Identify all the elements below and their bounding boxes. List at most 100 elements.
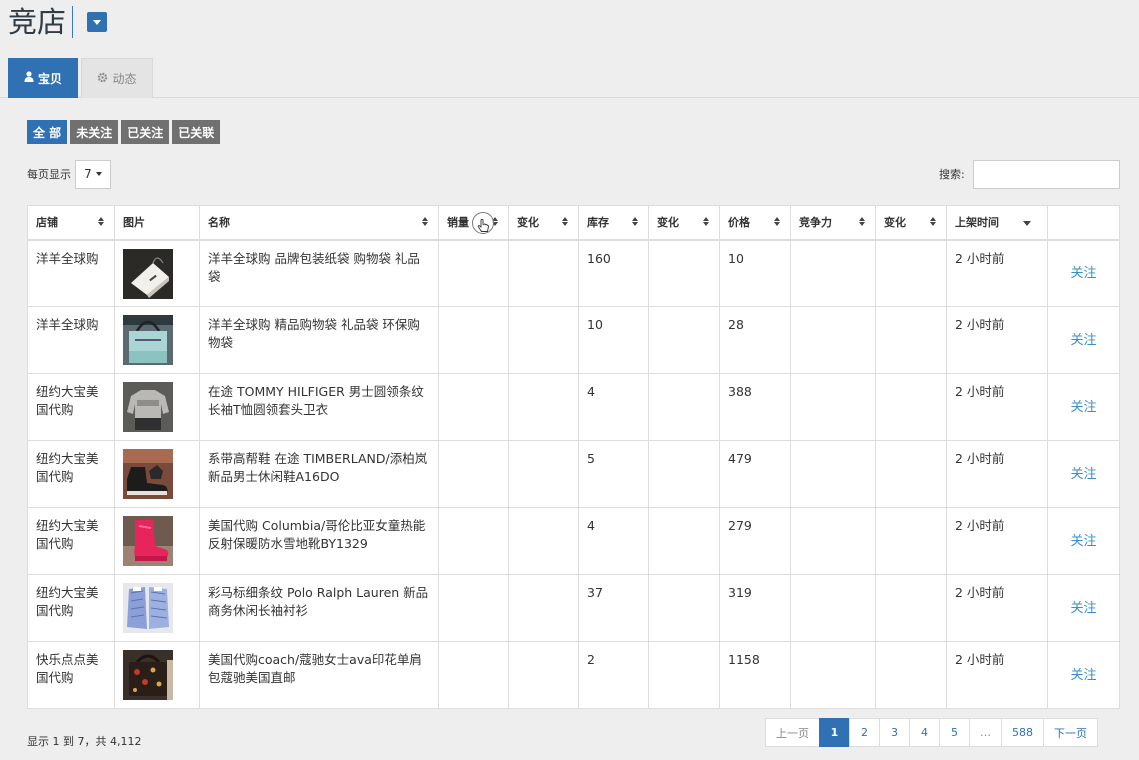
- product-thumbnail[interactable]: [123, 583, 173, 633]
- follow-link[interactable]: 关注: [1070, 601, 1096, 616]
- competitiveness-cell: [790, 440, 876, 508]
- column-header-comp-change[interactable]: 变化: [875, 205, 947, 241]
- comp-change-cell: [875, 440, 947, 508]
- column-header-competitiveness[interactable]: 竞争力: [790, 205, 876, 241]
- follow-link[interactable]: 关注: [1070, 534, 1096, 549]
- action-cell: 关注: [1047, 239, 1120, 307]
- product-thumbnail[interactable]: [123, 449, 173, 499]
- stock-change-cell: [648, 373, 720, 441]
- column-header-shop[interactable]: 店铺: [27, 205, 115, 241]
- page-button-1[interactable]: 1: [819, 718, 850, 747]
- column-header-sales-change[interactable]: 变化: [508, 205, 579, 241]
- stock-cell: 4: [578, 373, 649, 441]
- image-cell: [114, 239, 200, 307]
- product-thumbnail[interactable]: [123, 650, 173, 700]
- page-button-3[interactable]: 3: [879, 718, 910, 747]
- filter-followed-button[interactable]: 已关注: [121, 120, 170, 144]
- page-button-5[interactable]: 5: [939, 718, 970, 747]
- shop-cell: 快乐点点美国代购: [27, 641, 115, 709]
- action-cell: 关注: [1047, 440, 1120, 508]
- stock-cell: 10: [578, 306, 649, 374]
- gear-icon: [97, 72, 108, 86]
- listed-time-cell: 2 小时前: [946, 306, 1048, 374]
- stock-cell: 37: [578, 574, 649, 642]
- column-header-stock[interactable]: 库存: [578, 205, 649, 241]
- page-size-control: 每页显示 7: [27, 159, 111, 189]
- follow-link[interactable]: 关注: [1070, 668, 1096, 683]
- search-input[interactable]: [972, 159, 1120, 189]
- follow-link[interactable]: 关注: [1070, 266, 1096, 281]
- competitiveness-cell: [790, 306, 876, 374]
- sales-cell: [438, 440, 509, 508]
- filter-unfollowed-button[interactable]: 未关注: [70, 120, 119, 144]
- comp-change-cell: [875, 239, 947, 307]
- listed-time-cell: 2 小时前: [946, 373, 1048, 441]
- column-header-action: [1047, 205, 1120, 241]
- column-header-listed-time[interactable]: 上架时间: [946, 205, 1048, 241]
- stock-change-cell: [648, 641, 720, 709]
- competitiveness-cell: [790, 641, 876, 709]
- page-button-last[interactable]: 588: [1001, 718, 1044, 747]
- follow-link[interactable]: 关注: [1070, 333, 1096, 348]
- stock-cell: 2: [578, 641, 649, 709]
- column-header-stock-change[interactable]: 变化: [648, 205, 720, 241]
- comp-change-cell: [875, 574, 947, 642]
- caret-down-icon: [93, 19, 102, 25]
- product-thumbnail[interactable]: [123, 516, 173, 566]
- action-cell: 关注: [1047, 507, 1120, 575]
- sort-icon: [703, 217, 709, 226]
- column-label: 变化: [657, 216, 679, 230]
- listed-time-cell: 2 小时前: [946, 574, 1048, 642]
- next-page-button[interactable]: 下一页: [1043, 718, 1098, 747]
- listed-time-cell: 2 小时前: [946, 507, 1048, 575]
- sort-icon: [774, 217, 780, 226]
- prev-page-button[interactable]: 上一页: [765, 718, 820, 747]
- column-label: 变化: [884, 216, 906, 230]
- sales-change-cell: [508, 373, 579, 441]
- tab-baobei[interactable]: 宝贝: [8, 58, 78, 98]
- sort-icon: [930, 217, 936, 226]
- shop-cell: 纽约大宝美国代购: [27, 373, 115, 441]
- name-cell: 洋羊全球购 精品购物袋 礼品袋 环保购物袋: [199, 306, 439, 374]
- table-row: 纽约大宝美国代购 美国代购 Columbia/哥伦比亚女童热能反射保暖防水雪地靴B…: [27, 507, 1120, 575]
- name-cell: 美国代购 Columbia/哥伦比亚女童热能反射保暖防水雪地靴BY1329: [199, 507, 439, 575]
- table-row: 纽约大宝美国代购 系带高帮鞋 在途 TIMBERLAND/添柏岚 新品男士休闲鞋A…: [27, 440, 1120, 508]
- follow-link[interactable]: 关注: [1070, 467, 1096, 482]
- filter-all-button[interactable]: 全 部: [27, 120, 68, 144]
- column-header-price[interactable]: 价格: [719, 205, 791, 241]
- sort-icon: [422, 217, 428, 226]
- comp-change-cell: [875, 373, 947, 441]
- product-thumbnail[interactable]: [123, 315, 173, 365]
- title-dropdown-button[interactable]: [87, 12, 108, 32]
- follow-link[interactable]: 关注: [1070, 400, 1096, 415]
- table-header-row: 店铺 图片 名称 销量 变化 库存 变化 价格 竞争力 变化 上架时间: [27, 205, 1120, 241]
- page-title: 竞店: [8, 5, 74, 39]
- filter-group: 全 部 未关注 已关注 已关联: [27, 120, 221, 144]
- column-label: 图片: [123, 216, 145, 230]
- sales-cell: [438, 373, 509, 441]
- competitiveness-cell: [790, 507, 876, 575]
- tab-dongtai-label: 动态: [112, 72, 137, 86]
- caret-down-icon: [95, 172, 102, 176]
- page-button-4[interactable]: 4: [909, 718, 940, 747]
- shop-cell: 纽约大宝美国代购: [27, 440, 115, 508]
- filter-linked-button[interactable]: 已关联: [172, 120, 221, 144]
- product-thumbnail[interactable]: [123, 248, 173, 299]
- search-label: 搜索:: [939, 168, 965, 181]
- page-size-select[interactable]: 7: [75, 159, 111, 189]
- price-cell: 319: [719, 574, 791, 642]
- tab-dongtai[interactable]: 动态: [81, 58, 153, 98]
- stock-change-cell: [648, 239, 720, 307]
- price-cell: 388: [719, 373, 791, 441]
- listed-time-cell: 2 小时前: [946, 239, 1048, 307]
- shop-cell: 洋羊全球购: [27, 239, 115, 307]
- column-header-name[interactable]: 名称: [199, 205, 439, 241]
- sort-icon: [98, 217, 104, 226]
- stock-change-cell: [648, 440, 720, 508]
- product-thumbnail[interactable]: [123, 382, 173, 432]
- page-ellipsis: …: [969, 718, 1002, 747]
- sales-cell: [438, 574, 509, 642]
- sales-cell: [438, 306, 509, 374]
- page-button-2[interactable]: 2: [849, 718, 880, 747]
- image-cell: [114, 507, 200, 575]
